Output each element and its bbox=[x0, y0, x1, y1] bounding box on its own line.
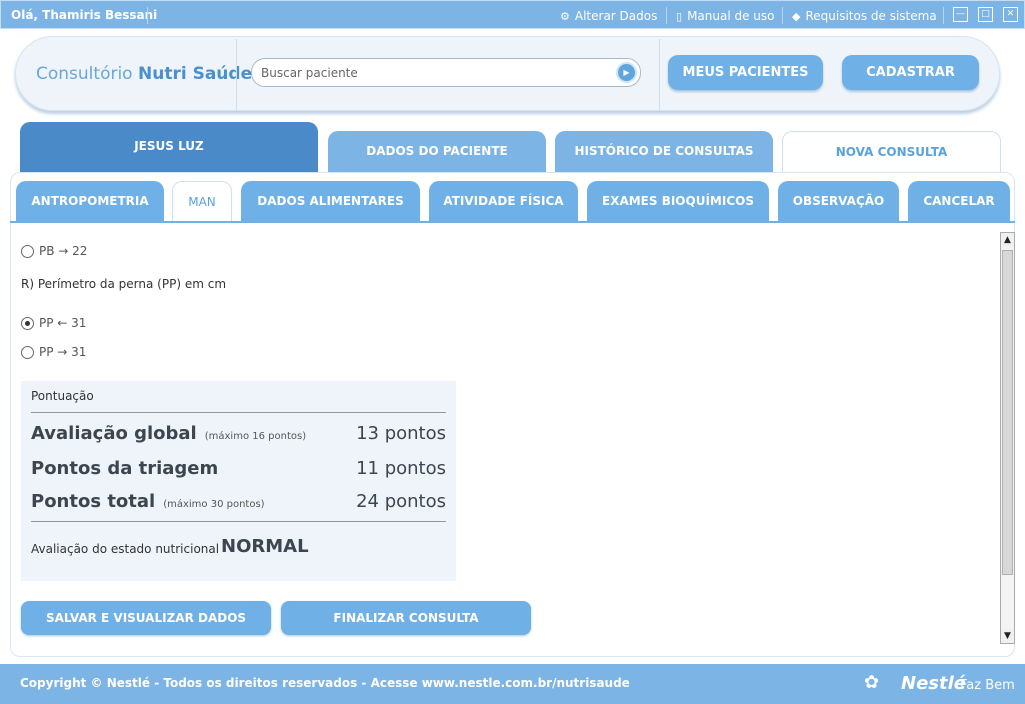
divider bbox=[666, 7, 667, 24]
tab-underline bbox=[10, 221, 1015, 223]
divider bbox=[943, 7, 944, 24]
nestle-nest-icon: ✿ bbox=[864, 672, 880, 693]
score-row: Pontos da triagem 11 pontos bbox=[31, 458, 446, 479]
nestle-logo: Nestlé bbox=[901, 673, 966, 694]
nutritional-status-label: Avaliação do estado nutricional bbox=[31, 542, 220, 556]
score-row-note: (máximo 16 pontos) bbox=[204, 431, 307, 442]
my-patients-button[interactable]: MEUS PACIENTES bbox=[668, 55, 823, 90]
book-icon: ▯ bbox=[676, 9, 683, 23]
scroll-down-icon[interactable]: ▼ bbox=[1001, 629, 1014, 643]
score-row-note: (máximo 30 pontos) bbox=[163, 499, 265, 510]
logo-prefix: Consultório bbox=[36, 64, 133, 84]
requisitos-link[interactable]: ◆ Requisitos de sistema bbox=[792, 9, 937, 23]
divider bbox=[31, 412, 446, 413]
score-row-label: Avaliação global bbox=[31, 423, 197, 444]
user-gear-icon: ⚙ bbox=[560, 9, 570, 23]
divider bbox=[659, 39, 660, 111]
pb-option[interactable]: PB → 22 bbox=[21, 244, 87, 258]
tab-antropometria[interactable]: ANTROPOMETRIA bbox=[16, 181, 164, 222]
pp-option-less[interactable]: PP ← 31 bbox=[21, 316, 86, 330]
patient-name-tab: JESUS LUZ bbox=[20, 122, 318, 174]
tab-new-consultation[interactable]: NOVA CONSULTA bbox=[782, 131, 1001, 173]
logo-brand: Nutri Saúde bbox=[138, 64, 253, 84]
tab-atividade-fisica[interactable]: ATIVIDADE FÍSICA bbox=[429, 181, 578, 222]
save-view-button[interactable]: SALVAR E VISUALIZAR DADOS bbox=[21, 601, 271, 635]
search-go-icon[interactable]: ▶ bbox=[616, 62, 637, 83]
nutritional-status-value: NORMAL bbox=[221, 536, 309, 557]
tab-patient-data[interactable]: DADOS DO PACIENTE bbox=[328, 131, 546, 173]
pb-option-label: PB → 22 bbox=[39, 244, 88, 258]
question-r: R) Perímetro da perna (PP) em cm bbox=[21, 277, 227, 291]
footer: Copyright © Nestlé - Todos os direitos r… bbox=[0, 664, 1025, 704]
divider bbox=[782, 7, 783, 24]
divider bbox=[236, 39, 237, 111]
score-row-value: 24 pontos bbox=[356, 491, 446, 512]
tab-cancelar[interactable]: CANCELAR bbox=[908, 181, 1010, 222]
manual-link[interactable]: ▯ Manual de uso bbox=[676, 9, 775, 23]
pp-more-radio[interactable] bbox=[21, 345, 34, 359]
score-panel: Pontuação Avaliação global (máximo 16 po… bbox=[21, 381, 456, 581]
divider bbox=[31, 521, 446, 522]
tag-icon: ◆ bbox=[792, 9, 801, 23]
app-header: Consultório Nutri Saúde ▶ MEUS PACIENTES… bbox=[15, 36, 1000, 111]
alterar-dados-link[interactable]: ⚙ Alterar Dados bbox=[560, 9, 657, 23]
pb-radio[interactable] bbox=[21, 244, 34, 258]
score-row: Avaliação global (máximo 16 pontos) 13 p… bbox=[31, 423, 446, 444]
tab-man[interactable]: MAN bbox=[172, 181, 232, 222]
copyright-text: Copyright © Nestlé - Todos os direitos r… bbox=[20, 676, 630, 690]
score-title: Pontuação bbox=[31, 389, 94, 403]
pp-more-label: PP → 31 bbox=[39, 345, 87, 359]
requisitos-label: Requisitos de sistema bbox=[805, 9, 937, 23]
close-icon[interactable]: ✕ bbox=[1003, 7, 1018, 22]
manual-label: Manual de uso bbox=[687, 9, 775, 23]
alterar-dados-label: Alterar Dados bbox=[574, 9, 658, 23]
score-row-value: 11 pontos bbox=[356, 458, 446, 479]
tab-observacao[interactable]: OBSERVAÇÃO bbox=[778, 181, 899, 222]
score-row: Pontos total (máximo 30 pontos) 24 ponto… bbox=[31, 491, 446, 512]
minimize-icon[interactable]: — bbox=[953, 7, 968, 22]
top-bar: Olá, Thamiris Bessani ⚙ Alterar Dados ▯ … bbox=[0, 0, 1025, 29]
scrollbar[interactable]: ▲ ▼ bbox=[1000, 232, 1015, 644]
patient-search: ▶ bbox=[251, 58, 641, 87]
finish-consultation-button[interactable]: FINALIZAR CONSULTA bbox=[281, 601, 531, 635]
score-row-value: 13 pontos bbox=[356, 423, 446, 444]
pp-less-label: PP ← 31 bbox=[39, 316, 87, 330]
score-row-label: Pontos da triagem bbox=[31, 458, 219, 479]
app-logo: Consultório Nutri Saúde bbox=[36, 64, 252, 84]
user-greeting: Olá, Thamiris Bessani bbox=[11, 8, 158, 22]
scroll-up-icon[interactable]: ▲ bbox=[1001, 233, 1014, 247]
register-button[interactable]: CADASTRAR bbox=[842, 55, 979, 90]
score-row-label: Pontos total bbox=[31, 491, 156, 512]
pp-less-radio[interactable] bbox=[21, 316, 34, 330]
tab-dados-alimentares[interactable]: DADOS ALIMENTARES bbox=[241, 181, 420, 222]
scroll-thumb[interactable] bbox=[1002, 250, 1013, 575]
divider bbox=[147, 7, 148, 24]
maximize-icon[interactable]: □ bbox=[978, 7, 993, 22]
tab-consultation-history[interactable]: HISTÓRICO DE CONSULTAS bbox=[555, 131, 773, 173]
tab-exames-bioquimicos[interactable]: EXAMES BIOQUÍMICOS bbox=[587, 181, 769, 222]
search-input[interactable] bbox=[261, 64, 611, 81]
pp-option-more[interactable]: PP → 31 bbox=[21, 345, 86, 359]
brand-tagline: Faz Bem bbox=[960, 678, 1015, 693]
